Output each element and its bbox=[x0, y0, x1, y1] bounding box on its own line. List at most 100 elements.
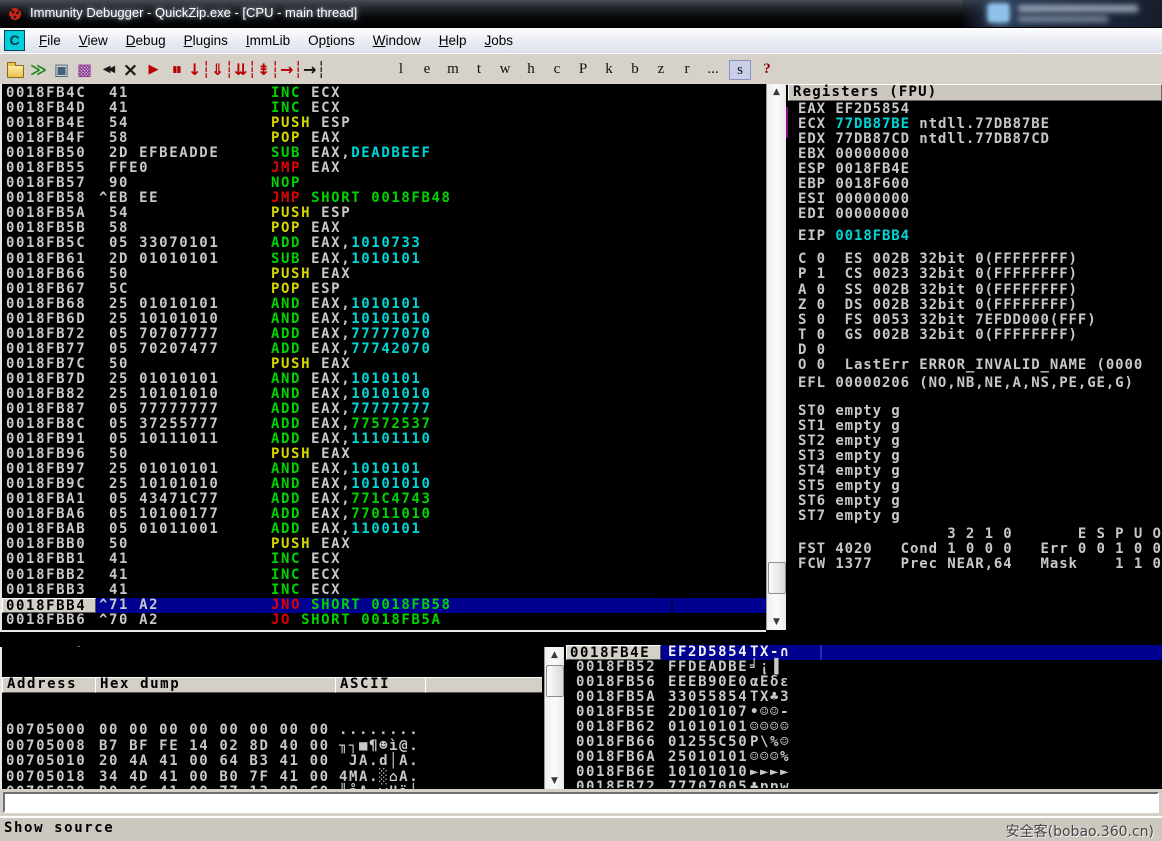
dump-scrollbar[interactable]: ▲ ▼ bbox=[544, 647, 564, 789]
handles-button[interactable]: h bbox=[518, 61, 544, 78]
register-line[interactable]: EBP 0018F600 bbox=[798, 177, 1162, 192]
disasm-row[interactable]: 0018FB57 90NOP bbox=[2, 176, 766, 191]
menu-options[interactable]: Options bbox=[299, 29, 364, 53]
register-line[interactable]: A 0 SS 002B 32bit 0(FFFFFFFF) bbox=[798, 283, 1162, 298]
rewind-icon[interactable]: ◀◀ bbox=[96, 57, 119, 83]
disasm-row[interactable]: 0018FBAB 05 01011001ADD EAX,1100101 bbox=[2, 522, 766, 537]
open-file-icon[interactable] bbox=[4, 57, 27, 83]
cpu-button[interactable]: c bbox=[544, 61, 570, 78]
stack-row[interactable]: 0018FB7277707005♣ppw bbox=[566, 780, 1162, 788]
disasm-row[interactable]: 0018FB97 25 01010101AND EAX,1010101 bbox=[2, 462, 766, 477]
disasm-row[interactable]: 0018FB5A 54PUSH ESP bbox=[2, 206, 766, 221]
stack-row[interactable]: 0018FB4EEF2D5854TX-∩ bbox=[566, 645, 1162, 660]
register-line[interactable]: P 1 CS 0023 32bit 0(FFFFFFFF) bbox=[798, 267, 1162, 282]
disasm-row[interactable]: 0018FB7C 50PUSH EAX bbox=[2, 357, 766, 372]
register-line[interactable]: S 0 FS 0053 32bit 7EFDD000(FFF) bbox=[798, 313, 1162, 328]
menu-view[interactable]: View bbox=[70, 29, 117, 53]
z-button[interactable]: z bbox=[648, 61, 674, 78]
register-line[interactable]: Z 0 DS 002B 32bit 0(FFFFFFFF) bbox=[798, 298, 1162, 313]
dump-row[interactable]: 0070501020 4A 41 00 64 B3 41 00 JA.d│A. bbox=[2, 754, 542, 770]
log-button[interactable]: l bbox=[388, 61, 414, 78]
register-line[interactable]: FST 4020 Cond 1 0 0 0 Err 0 0 1 0 0 bbox=[798, 542, 1162, 557]
go-to-user-code-icon[interactable]: →┆ bbox=[303, 57, 326, 83]
command-input[interactable] bbox=[3, 792, 1159, 813]
register-line[interactable]: FCW 1377 Prec NEAR,64 Mask 1 1 0 bbox=[798, 557, 1162, 572]
disasm-row[interactable]: 0018FB82 25 10101010AND EAX,10101010 bbox=[2, 387, 766, 402]
disasm-row[interactable]: 0018FB87 05 77777777ADD EAX,77777777 bbox=[2, 402, 766, 417]
stack-row[interactable]: 0018FB56EEEB90E0αÉδε bbox=[566, 675, 1162, 690]
dump-header-ascii[interactable]: ASCII bbox=[335, 677, 427, 693]
register-line[interactable]: ECX 77DB87BE ntdll.77DB87BE bbox=[798, 117, 1162, 132]
disasm-row[interactable]: 0018FB9C 25 10101010AND EAX,10101010 bbox=[2, 477, 766, 492]
disasm-row[interactable]: 0018FB96 50PUSH EAX bbox=[2, 447, 766, 462]
register-line[interactable]: ST2 empty g bbox=[798, 434, 1162, 449]
dump-pane[interactable]: Address Hex dump ASCII 0070500000 00 00 … bbox=[0, 647, 542, 789]
disasm-row[interactable]: 0018FB91 05 10111011ADD EAX,11101110 bbox=[2, 432, 766, 447]
stack-pane[interactable]: 0018FB4EEF2D5854TX-∩0018FB52FFDEADBE╛¡▐ … bbox=[566, 645, 1162, 789]
patches-button[interactable]: P bbox=[570, 61, 596, 78]
stack-row[interactable]: 0018FB6601255C50P\%☺ bbox=[566, 735, 1162, 750]
run-icon[interactable]: ▶ bbox=[142, 57, 165, 83]
stack-row[interactable]: 0018FB5E2D010107•☺☺- bbox=[566, 705, 1162, 720]
register-line[interactable]: O 0 LastErr ERROR_INVALID_NAME (0000 bbox=[798, 358, 1162, 373]
animate-over-icon[interactable]: ⇟┆ bbox=[257, 57, 280, 83]
disasm-row[interactable]: 0018FB67 5CPOP ESP bbox=[2, 282, 766, 297]
register-line[interactable]: ESP 0018FB4E bbox=[798, 162, 1162, 177]
breakpoints-button[interactable]: b bbox=[622, 61, 648, 78]
stack-row[interactable]: 0018FB6201010101☺☺☺☺ bbox=[566, 720, 1162, 735]
pause-icon[interactable]: ▮▮ bbox=[165, 57, 188, 83]
menu-window[interactable]: Window bbox=[364, 29, 430, 53]
run-trace-button[interactable]: ... bbox=[700, 61, 726, 78]
disasm-row[interactable]: 0018FB4C 41INC ECX bbox=[2, 86, 766, 101]
stack-row[interactable]: 0018FB5A33055854TX♣3 bbox=[566, 690, 1162, 705]
disasm-row[interactable]: 0018FB4F 58POP EAX bbox=[2, 131, 766, 146]
scroll-down-icon[interactable]: ▼ bbox=[767, 614, 786, 630]
dump-header-address[interactable]: Address bbox=[2, 677, 97, 693]
disasm-row[interactable]: 0018FB61 2D 01010101SUB EAX,1010101 bbox=[2, 252, 766, 267]
menu-plugins[interactable]: Plugins bbox=[175, 29, 237, 53]
menu-jobs[interactable]: Jobs bbox=[476, 29, 523, 53]
stack-row[interactable]: 0018FB6E10101010►►►► bbox=[566, 765, 1162, 780]
close-icon[interactable]: × bbox=[119, 57, 142, 83]
windows-icon[interactable]: ▣ bbox=[50, 57, 73, 83]
register-line[interactable]: EDI 00000000 bbox=[798, 207, 1162, 222]
references-button[interactable]: r bbox=[674, 61, 700, 78]
menu-debug[interactable]: Debug bbox=[117, 29, 175, 53]
register-line[interactable]: ST6 empty g bbox=[798, 494, 1162, 509]
register-line[interactable]: EFL 00000206 (NO,NB,NE,A,NS,PE,GE,G) bbox=[798, 376, 1162, 391]
register-line[interactable]: ST5 empty g bbox=[798, 479, 1162, 494]
register-line[interactable]: ST4 empty g bbox=[798, 464, 1162, 479]
cpu-window-icon[interactable]: C bbox=[4, 30, 25, 51]
register-line[interactable]: 3 2 1 0 E S P U O bbox=[798, 527, 1162, 542]
step-into-icon[interactable]: ↓┆ bbox=[188, 57, 211, 83]
call-stack-button[interactable]: k bbox=[596, 61, 622, 78]
disasm-row[interactable]: 0018FB66 50PUSH EAX bbox=[2, 267, 766, 282]
disasm-row[interactable]: 0018FB77 05 70207477ADD EAX,77742070 bbox=[2, 342, 766, 357]
disasm-row[interactable]: 0018FBA1 05 43471C77ADD EAX,771C4743 bbox=[2, 492, 766, 507]
disasm-row[interactable]: 0018FBB6^70 A2JO SHORT 0018FB5A bbox=[2, 613, 766, 628]
memory-button[interactable]: m bbox=[440, 61, 466, 78]
scroll-up-icon[interactable]: ▲ bbox=[545, 647, 564, 663]
disasm-row[interactable]: 0018FB55 FFE0JMP EAX bbox=[2, 161, 766, 176]
execute-till-return-icon[interactable]: →┆ bbox=[280, 57, 303, 83]
register-line[interactable]: C 0 ES 002B 32bit 0(FFFFFFFF) bbox=[798, 252, 1162, 267]
patches-window-icon[interactable]: ▩ bbox=[73, 57, 96, 83]
scroll-thumb[interactable] bbox=[768, 562, 786, 594]
register-line[interactable]: ST3 empty g bbox=[798, 449, 1162, 464]
dump-row[interactable]: 0070500000 00 00 00 00 00 00 00........ bbox=[2, 723, 542, 739]
register-line[interactable]: EDX 77DB87CD ntdll.77DB87CD bbox=[798, 132, 1162, 147]
dump-row[interactable]: 0070501834 4D 41 00 B0 7F 41 004MA.░⌂A. bbox=[2, 770, 542, 786]
disasm-row[interactable]: 0018FB8C 05 37255777ADD EAX,77572537 bbox=[2, 417, 766, 432]
disasm-row[interactable]: 0018FB58^EB EEJMP SHORT 0018FB48 bbox=[2, 191, 766, 206]
disasm-row[interactable]: 0018FB6D 25 10101010AND EAX,10101010 bbox=[2, 312, 766, 327]
disasm-row[interactable]: 0018FB7D 25 01010101AND EAX,1010101 bbox=[2, 372, 766, 387]
title-bar[interactable]: Immunity Debugger - QuickZip.exe - [CPU … bbox=[0, 0, 1162, 29]
disassembly-pane[interactable]: 0018FB4C 41INC ECX0018FB4D 41INC ECX0018… bbox=[0, 84, 766, 630]
disasm-row[interactable]: 0018FBB4^71 A2JNO SHORT 0018FB58 bbox=[2, 598, 766, 613]
windows-button[interactable]: w bbox=[492, 61, 518, 78]
disasm-row[interactable]: 0018FB4E 54PUSH ESP bbox=[2, 116, 766, 131]
modules-button[interactable]: e bbox=[414, 61, 440, 78]
menu-file[interactable]: File bbox=[30, 29, 70, 53]
scroll-down-icon[interactable]: ▼ bbox=[545, 773, 564, 789]
disasm-row[interactable]: 0018FBA6 05 10100177ADD EAX,77011010 bbox=[2, 507, 766, 522]
